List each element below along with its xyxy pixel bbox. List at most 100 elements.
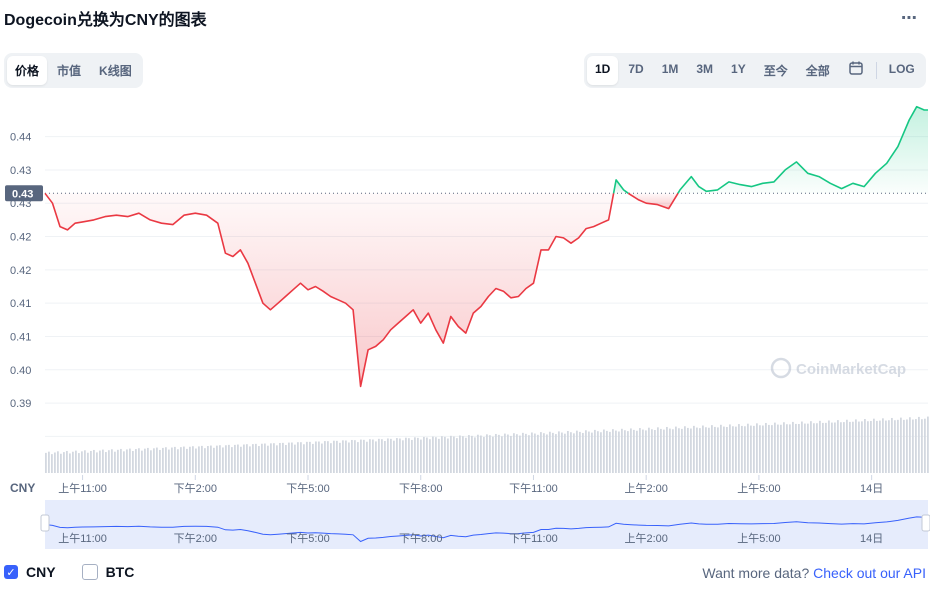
- range-navigator[interactable]: 上午11:00 下午2:00 下午5:00 下午8:00 下午11:00 上午2:00 上午…: [40, 500, 930, 549]
- volume-bar: [597, 431, 599, 473]
- volume-bar: [102, 449, 104, 473]
- checkbox-checked-icon[interactable]: ✓: [4, 565, 18, 579]
- volume-bar: [858, 421, 860, 473]
- volume-bar: [648, 427, 650, 473]
- volume-bar: [420, 439, 422, 473]
- volume-bar: [807, 423, 809, 473]
- volume-bar: [843, 422, 845, 473]
- volume-bar: [354, 440, 356, 473]
- volume-bar: [105, 452, 107, 473]
- volume-bar: [357, 442, 359, 473]
- api-link[interactable]: Check out our API: [813, 565, 926, 581]
- volume-bar: [624, 430, 626, 473]
- volume-bar: [345, 440, 347, 473]
- volume-bar: [723, 426, 725, 473]
- watermark: CoinMarketCap: [770, 357, 906, 379]
- volume-bar: [897, 419, 899, 473]
- volume-bar: [222, 447, 224, 473]
- volume-bar: [855, 419, 857, 473]
- volume-bar: [63, 452, 65, 473]
- volume-bar: [144, 448, 146, 473]
- x-tick-label: 上午2:00: [624, 482, 667, 495]
- volume-bar: [99, 450, 101, 473]
- volume-bar: [363, 439, 365, 473]
- option-cny[interactable]: ✓ CNY: [4, 564, 56, 580]
- volume-bar: [621, 428, 623, 473]
- volume-bar: [660, 428, 662, 473]
- volume-bar: [744, 426, 746, 473]
- volume-bar: [738, 424, 740, 473]
- volume-bar: [177, 449, 179, 473]
- volume-bar: [132, 450, 134, 473]
- volume-bar: [879, 420, 881, 473]
- area-fill-down: [45, 193, 614, 387]
- volume-bar: [543, 433, 545, 473]
- volume-bar: [615, 430, 617, 473]
- volume-bar: [783, 422, 785, 473]
- volume-bar: [759, 425, 761, 473]
- option-btc[interactable]: BTC: [81, 564, 134, 580]
- volume-bar: [810, 421, 812, 473]
- volume-bar: [630, 428, 632, 473]
- volume-bar: [231, 447, 233, 473]
- navigator-tick-label: 下午2:00: [174, 532, 217, 545]
- volume-bar: [519, 435, 521, 473]
- volume-bar: [906, 419, 908, 473]
- volume-bar: [588, 431, 590, 473]
- volume-bar: [60, 453, 62, 473]
- volume-bar: [414, 437, 416, 473]
- volume-bar: [366, 441, 368, 473]
- volume-bar: [702, 425, 704, 473]
- volume-bar: [96, 452, 98, 473]
- volume-bar: [447, 438, 449, 473]
- volume-bar: [894, 420, 896, 473]
- volume-bar: [870, 420, 872, 473]
- volume-bar: [510, 435, 512, 473]
- y-tick-label: 0.43: [10, 165, 31, 177]
- volume-bar: [489, 435, 491, 473]
- navigator-handle-right[interactable]: [921, 514, 930, 532]
- volume-bar: [264, 443, 266, 473]
- y-tick-label: 0.44: [10, 132, 31, 144]
- volume-bar: [852, 421, 854, 473]
- volume-bar: [828, 420, 830, 473]
- volume-bar: [600, 432, 602, 473]
- volume-bar: [639, 428, 641, 473]
- volume-bar: [714, 426, 716, 473]
- volume-bar: [558, 431, 560, 473]
- volume-bar: [150, 450, 152, 473]
- volume-bar: [762, 425, 764, 473]
- volume-bar: [396, 438, 398, 473]
- volume-bar: [717, 427, 719, 473]
- volume-bar: [339, 442, 341, 473]
- volume-bar: [567, 431, 569, 473]
- volume-bar: [273, 443, 275, 473]
- volume-bar: [210, 445, 212, 473]
- volume-bar: [162, 447, 164, 473]
- volume-bar: [108, 450, 110, 473]
- volume-bar: [411, 439, 413, 473]
- price-chart[interactable]: 0.44 0.43 0.43 0.42 0.42 0.41 0.41 0.40 0.39 上午1…: [0, 0, 930, 560]
- volume-bar: [690, 428, 692, 473]
- navigator-tick-label: 下午5:00: [286, 532, 329, 545]
- volume-bar: [327, 441, 329, 473]
- volume-bar: [393, 440, 395, 473]
- volume-bar: [288, 442, 290, 473]
- y-axis: 0.44 0.43 0.43 0.42 0.42 0.41 0.41 0.40 0.39: [10, 132, 31, 410]
- volume-bar: [561, 432, 563, 473]
- volume-bar: [387, 438, 389, 473]
- volume-bar: [462, 436, 464, 473]
- volume-bar: [612, 429, 614, 473]
- volume-bar: [141, 450, 143, 473]
- volume-bar: [90, 450, 92, 473]
- area-fills: [45, 106, 928, 387]
- navigator-handle-left[interactable]: [40, 514, 50, 532]
- volume-bar: [330, 443, 332, 473]
- volume-bar: [816, 423, 818, 473]
- volume-bar: [297, 442, 299, 473]
- volume-bar: [54, 452, 56, 473]
- volume-bar: [465, 437, 467, 473]
- checkbox-unchecked-icon[interactable]: [81, 564, 98, 580]
- volume-bar: [741, 425, 743, 473]
- volume-bar: [459, 435, 461, 473]
